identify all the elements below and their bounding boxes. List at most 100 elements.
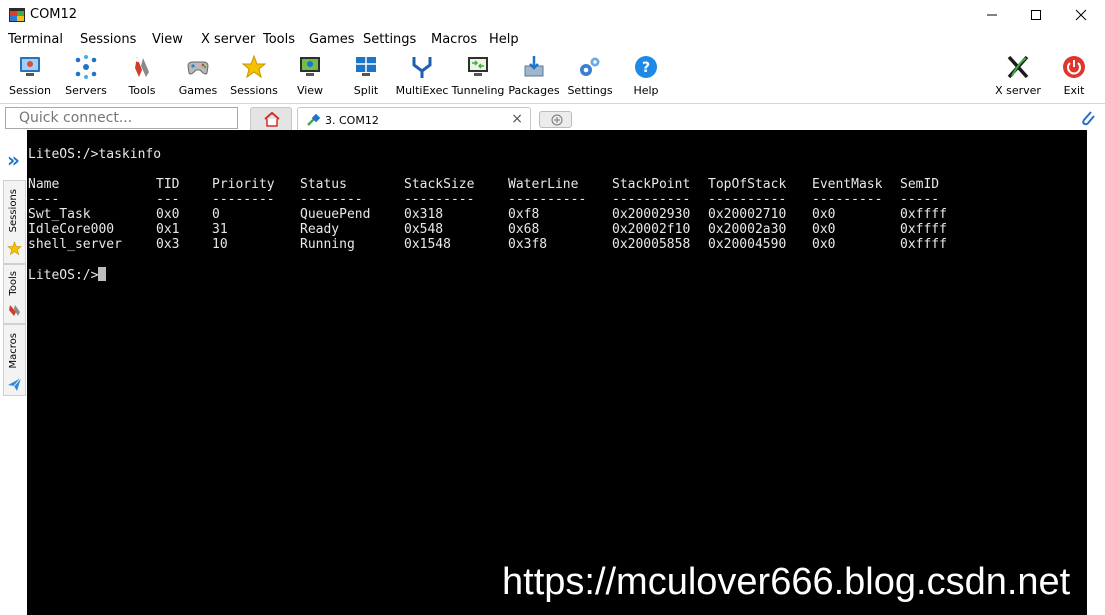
cell-name: Swt_Task — [28, 207, 91, 222]
star-icon — [241, 54, 267, 79]
toolbar-exit-button[interactable]: Exit — [1044, 51, 1104, 101]
column-separator-name: ---- — [28, 192, 60, 207]
column-header-semid: SemID — [900, 177, 940, 192]
menu-help[interactable]: Help — [489, 32, 519, 47]
sidetab-macros-label: Macros — [8, 333, 19, 369]
sidetab-tools[interactable]: Tools — [3, 264, 26, 324]
side-panel-toggle[interactable]: » — [7, 150, 20, 170]
terminal-prompt: LiteOS:/> — [28, 268, 99, 283]
column-separator-status: -------- — [300, 192, 363, 207]
cell-stacksize: 0x318 — [404, 207, 444, 222]
column-header-name: Name — [28, 177, 60, 192]
menu-x-server[interactable]: X server — [201, 32, 255, 47]
terminal-prompt-line: LiteOS:/> — [28, 267, 107, 283]
cell-semid: 0xffff — [900, 207, 947, 222]
cell-name: shell_server — [28, 237, 122, 252]
title-bar: COM12 — [0, 0, 1105, 30]
cell-stackpoint: 0x20002f10 — [612, 222, 691, 237]
home-icon — [264, 111, 280, 127]
menu-tools[interactable]: Tools — [263, 32, 295, 47]
packages-icon — [524, 56, 544, 77]
maximize-button[interactable] — [1013, 0, 1059, 30]
mobaxterm-window: COM12 Terminal Sessions View X server To… — [0, 0, 1105, 615]
cell-status: QueuePend — [300, 207, 371, 222]
app-logo-icon — [9, 8, 25, 22]
tab-com12[interactable]: 3. COM12 × — [297, 107, 531, 132]
session-icon — [20, 57, 40, 76]
new-tab-button[interactable] — [539, 111, 572, 128]
close-icon — [1075, 9, 1087, 21]
terminal-area[interactable]: LiteOS:/>taskinfo Name TID Priority Status S… — [27, 130, 1087, 615]
column-separator-semid: ----- — [900, 192, 940, 207]
tab-bar: 3. COM12 × — [0, 103, 1105, 132]
cell-status: Ready — [300, 222, 340, 237]
toolbar-help-button[interactable]: ? Help — [616, 51, 676, 101]
menu-macros[interactable]: Macros — [431, 32, 477, 47]
toolbar-help-label: Help — [633, 84, 659, 97]
column-separator-tid: --- — [156, 192, 180, 207]
tunneling-icon — [468, 57, 488, 76]
cell-topofstack: 0x20004590 — [708, 237, 787, 252]
settings-icon — [580, 57, 600, 76]
cell-semid: 0xffff — [900, 237, 947, 252]
servers-icon — [75, 55, 97, 79]
column-header-stacksize: StackSize — [404, 177, 475, 192]
cell-tid: 0x0 — [156, 207, 180, 222]
column-separator-topofstack: ---------- — [708, 192, 787, 207]
cell-stacksize: 0x548 — [404, 222, 444, 237]
close-window-button[interactable] — [1058, 0, 1104, 30]
column-separator-waterline: ---------- — [508, 192, 587, 207]
column-header-tid: TID — [156, 177, 180, 192]
cell-tid: 0x1 — [156, 222, 180, 237]
quick-connect-input[interactable] — [5, 107, 238, 129]
menu-sessions[interactable]: Sessions — [80, 32, 136, 47]
maximize-icon — [1031, 10, 1041, 20]
cell-semid: 0xffff — [900, 222, 947, 237]
cell-stackpoint: 0x20002930 — [612, 207, 691, 222]
cell-priority: 31 — [212, 222, 228, 237]
games-icon — [187, 61, 209, 75]
plus-icon — [551, 114, 563, 126]
menu-terminal[interactable]: Terminal — [8, 32, 63, 47]
multiexec-icon — [412, 57, 432, 78]
serial-plug-icon — [307, 113, 321, 126]
column-header-status: Status — [300, 177, 347, 192]
toolbar-exit-label: Exit — [1063, 84, 1085, 97]
cell-stacksize: 0x1548 — [404, 237, 451, 252]
cell-eventmask: 0x0 — [812, 237, 836, 252]
cell-stackpoint: 0x20005858 — [612, 237, 691, 252]
terminal-cursor — [98, 267, 107, 281]
svg-text:?: ? — [642, 60, 650, 76]
column-header-stackpoint: StackPoint — [612, 177, 691, 192]
minimize-button[interactable] — [969, 0, 1015, 30]
menu-bar: Terminal Sessions View X server Tools Ga… — [0, 30, 1105, 51]
cell-topofstack: 0x20002710 — [708, 207, 787, 222]
cell-topofstack: 0x20002a30 — [708, 222, 787, 237]
cell-eventmask: 0x0 — [812, 207, 836, 222]
column-separator-eventmask: --------- — [812, 192, 883, 207]
x-server-icon — [1007, 55, 1029, 79]
cell-waterline: 0x3f8 — [508, 237, 548, 252]
paperclip-icon[interactable] — [1079, 109, 1097, 127]
cell-priority: 0 — [212, 207, 220, 222]
home-tab[interactable] — [250, 107, 292, 131]
column-header-priority: Priority — [212, 177, 275, 192]
sidetab-tools-label: Tools — [8, 271, 19, 296]
split-icon — [356, 57, 376, 76]
cell-name: IdleCore000 — [28, 222, 115, 237]
menu-games[interactable]: Games — [309, 32, 354, 47]
tools-icon — [9, 305, 20, 316]
sidetab-macros[interactable]: Macros — [3, 324, 26, 396]
sidetab-sessions[interactable]: Sessions — [3, 180, 26, 264]
power-icon — [1063, 56, 1085, 78]
tab-close-button[interactable]: × — [511, 111, 523, 127]
window-title: COM12 — [30, 7, 78, 22]
column-header-waterline: WaterLine — [508, 177, 579, 192]
tab-label: 3. COM12 — [325, 114, 379, 127]
star-icon — [7, 241, 22, 256]
terminal-scrollbar[interactable] — [1087, 130, 1105, 615]
menu-settings[interactable]: Settings — [363, 32, 416, 47]
menu-view[interactable]: View — [152, 32, 183, 47]
cell-priority: 10 — [212, 237, 228, 252]
cell-waterline: 0x68 — [508, 222, 540, 237]
